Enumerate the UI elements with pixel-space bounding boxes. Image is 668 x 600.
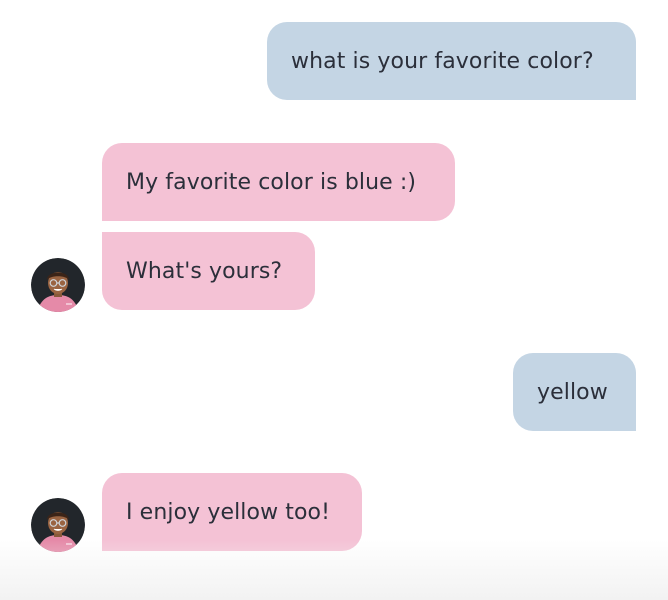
bot-message-bubble: My favorite color is blue :) bbox=[102, 143, 455, 221]
bot-message-bubble: I enjoy yellow too! bbox=[102, 473, 362, 551]
bot-avatar-icon bbox=[31, 258, 85, 312]
user-message-bubble: what is your favorite color? bbox=[267, 22, 636, 100]
bot-message-bubble: What's yours? bbox=[102, 232, 315, 310]
chat-thread: what is your favorite color? My favorite… bbox=[0, 0, 668, 600]
user-message-bubble: yellow bbox=[513, 353, 636, 431]
bot-avatar-icon bbox=[31, 498, 85, 552]
